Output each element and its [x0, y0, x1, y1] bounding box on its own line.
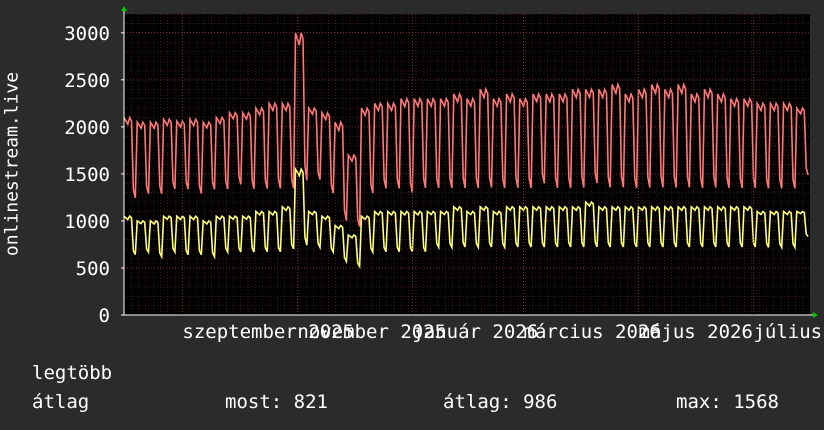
y-tick-label: 1500	[64, 164, 110, 186]
y-tick-label: 0	[99, 305, 110, 327]
y-tick-label: 3000	[64, 23, 110, 45]
legend-label-legtobb: legtöbb	[32, 362, 113, 384]
y-axis-label: onlinestream.live	[1, 71, 23, 257]
legend-item-atlag: átlag	[32, 391, 89, 415]
y-tick-label: 1000	[64, 211, 110, 233]
stat-max: max: 1568	[676, 391, 779, 413]
y-axis-label-container: onlinestream.live	[0, 0, 24, 330]
x-axis-arrow-icon	[813, 312, 818, 318]
y-tick-label: 2000	[64, 117, 110, 139]
stat-average: átlag: 986	[443, 391, 558, 413]
x-tick-label: május 2026	[639, 321, 753, 343]
legend-label-atlag: átlag	[32, 391, 90, 413]
x-tick-label: július 2026	[753, 321, 824, 343]
x-tick-label: január 2026	[412, 321, 538, 343]
chart: 050010001500200025003000szeptember 2025n…	[64, 6, 824, 343]
y-axis-arrow-icon	[121, 6, 127, 11]
legend-item-legtobb: legtöbb	[32, 362, 112, 386]
y-tick-label: 500	[76, 258, 110, 280]
y-tick-label: 2500	[64, 70, 110, 92]
stat-current: most: 821	[225, 391, 328, 413]
